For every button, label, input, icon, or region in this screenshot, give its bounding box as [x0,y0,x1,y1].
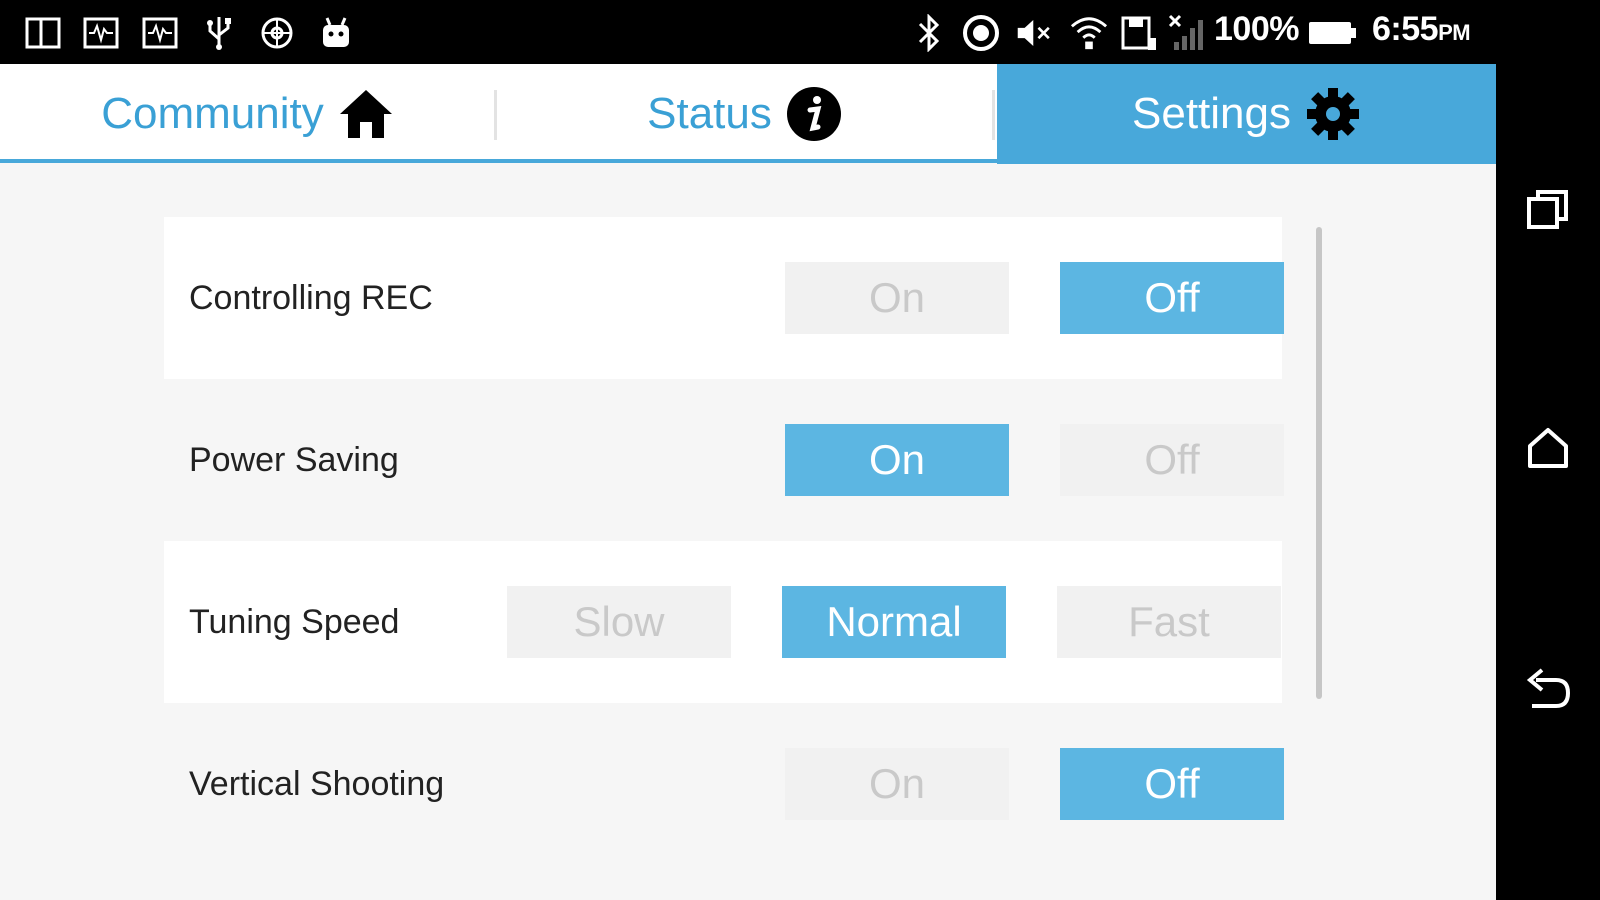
save-icon [1120,14,1158,52]
setting-label: Vertical Shooting [189,765,445,803]
clock: 6:55PM [1372,10,1471,49]
scrollbar[interactable] [1316,227,1322,699]
wifi-icon [1070,14,1108,52]
status-bar: 100% 6:55PM [0,0,1496,64]
battery-percent: 100% [1214,10,1299,48]
power-saving-on-button[interactable]: On [785,424,1009,496]
setting-row-tuning-speed: Tuning Speed Slow Normal Fast [164,541,1282,703]
vertical-shooting-off-button[interactable]: Off [1060,748,1284,820]
tab-settings-label: Settings [1132,89,1291,138]
battery-icon [1306,14,1358,52]
vertical-shooting-on-button[interactable]: On [785,748,1009,820]
home-icon [338,88,394,140]
setting-label: Power Saving [189,441,399,479]
tuning-speed-fast-button[interactable]: Fast [1057,586,1281,658]
tab-community-label: Community [101,88,324,138]
back-icon [1524,666,1572,715]
usb-icon [200,14,238,52]
setting-row-vertical-shooting: Vertical Shooting On Off [164,703,1284,865]
waveform-icon [82,14,120,52]
home-nav-icon [1526,426,1570,475]
tuning-speed-normal-button[interactable]: Normal [782,586,1006,658]
setting-label: Controlling REC [189,279,433,317]
setting-label: Tuning Speed [189,603,400,641]
setting-row-power-saving: Power Saving On Off [164,379,1284,541]
info-icon [786,86,842,142]
recent-apps-button[interactable] [1522,186,1574,238]
bluetooth-icon [910,14,948,52]
clock-ampm: PM [1438,20,1471,45]
settings-flower-icon [258,14,296,52]
home-nav-button[interactable] [1522,424,1574,476]
sync-icon [962,14,1000,52]
android-icon [317,14,355,52]
tab-divider [992,90,995,140]
navigation-bar [1496,0,1600,900]
controlling-rec-on-button[interactable]: On [785,262,1009,334]
volume-muted-icon [1016,14,1054,52]
notification-box-icon [24,14,62,52]
tab-settings[interactable]: Settings [997,64,1496,164]
setting-row-controlling-rec: Controlling REC On Off [164,217,1284,379]
tuning-speed-slow-button[interactable]: Slow [507,586,731,658]
tab-community[interactable]: Community [0,64,495,163]
controlling-rec-off-button[interactable]: Off [1060,262,1284,334]
settings-panel: Controlling REC On Off Power Saving On O… [0,163,1496,900]
tab-bar: Community Status Settings [0,64,1496,164]
gear-icon [1305,86,1361,142]
signal-off-icon [1168,14,1206,52]
recent-apps-icon [1526,189,1570,236]
app-window: Community Status Settings Controlling RE… [0,64,1496,900]
tab-status-label: Status [647,88,772,138]
tab-status[interactable]: Status [497,64,992,163]
clock-time: 6:55 [1372,10,1439,48]
waveform-icon [141,14,179,52]
power-saving-off-button[interactable]: Off [1060,424,1284,496]
back-button[interactable] [1522,664,1574,716]
